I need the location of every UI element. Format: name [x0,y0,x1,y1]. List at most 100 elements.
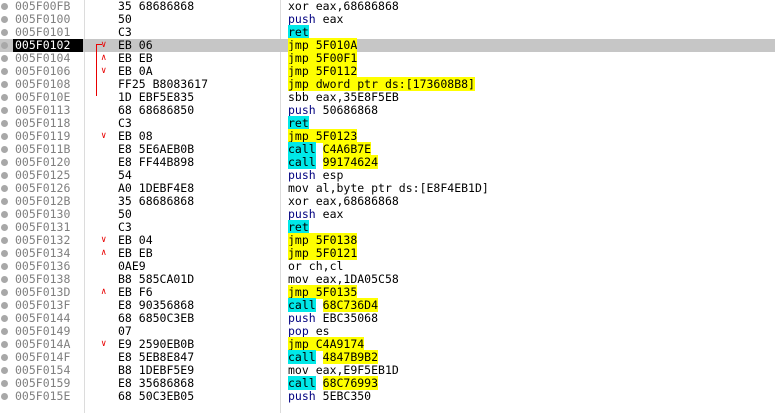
breakpoint-dot-icon[interactable] [1,146,8,153]
jump-line [96,44,97,96]
operands: eax,68686868 [315,194,399,208]
breakpoint-dot-icon[interactable] [1,55,8,62]
instruction-row[interactable]: 005F0149 07 pop es [0,325,775,338]
breakpoint-dot-icon[interactable] [1,133,8,140]
breakpoint-dot-icon[interactable] [1,120,8,127]
breakpoint-dot-icon[interactable] [1,393,8,400]
mnemonic: mov [288,272,309,286]
instruction-row[interactable]: 005F0102 ∨ EB 06 jmp 5F010A [0,38,775,52]
breakpoint-dot-icon[interactable] [1,380,8,387]
instruction-row[interactable]: 005F011B E8 5E6AEB0B call C4A6B7E [0,142,775,156]
instruction-row[interactable]: 005F0159 E8 35686868 call 68C76993 [0,376,775,390]
breakpoint-dot-icon[interactable] [1,172,8,179]
instruction-row[interactable]: 005F0100 50 push eax [0,13,775,26]
breakpoint-dot-icon[interactable] [1,81,8,88]
mnemonic: call [288,142,316,156]
instruction-row[interactable]: 005F0134 ∧ EB EB jmp 5F0121 [0,246,775,260]
breakpoint-dot-icon[interactable] [1,224,8,231]
breakpoint-dot-icon[interactable] [1,328,8,335]
breakpoint-dot-icon[interactable] [1,107,8,114]
instruction-row[interactable]: 005F012B 35 68686868 xor eax,68686868 [0,195,775,208]
breakpoint-dot-icon[interactable] [1,42,8,49]
instruction-row[interactable]: 005F010E 1D EBF5E835 sbb eax,35E8F5EB [0,91,775,104]
mnemonic: ret [288,25,309,39]
operands: 4847B9B2 [322,350,379,364]
breakpoint-dot-icon[interactable] [1,276,8,283]
instruction-row[interactable]: 005F0118 C3 ret [0,116,775,130]
instruction-row[interactable]: 005F00FB 35 68686868 xor eax,68686868 [0,0,775,13]
jump-down-arrow-icon: ∨ [101,131,107,141]
instruction-row[interactable]: 005F014A ∨ E9 2590EB0B jmp C4A9174 [0,337,775,351]
operands: C4A6B7E [322,142,372,156]
breakpoint-dot-icon[interactable] [1,237,8,244]
operands: es [315,324,330,338]
mnemonic: push [288,389,316,403]
opcode-bytes: 68 50C3EB05 [118,389,195,403]
operands: 50686868 [322,103,379,117]
instruction-row[interactable]: 005F0144 68 6850C3EB push EBC35068 [0,312,775,325]
operands: ch,cl [308,259,344,273]
operands: EBC35068 [322,311,379,325]
operands: eax [322,12,344,26]
instruction-row[interactable]: 005F013F E8 90356868 call 68C736D4 [0,298,775,312]
instruction-row[interactable]: 005F0132 ∨ EB 04 jmp 5F0138 [0,233,775,247]
instruction-row[interactable]: 005F0119 ∨ EB 08 jmp 5F0123 [0,129,775,143]
mnemonic: push [288,168,316,182]
operands: esp [322,168,344,182]
mnemonic: call [288,350,316,364]
jump-up-arrow-icon: ∧ [101,287,107,297]
mnemonic: sbb [288,90,309,104]
breakpoint-dot-icon[interactable] [1,3,8,10]
jump-down-arrow-icon: ∨ [101,40,107,50]
mnemonic: ret [288,116,309,130]
jump-up-arrow-icon: ∧ [101,248,107,258]
jump-up-arrow-icon: ∧ [101,53,107,63]
breakpoint-dot-icon[interactable] [1,250,8,257]
mnemonic: jmp [288,129,309,143]
address-cell: 005F015E [15,389,71,403]
mnemonic: call [288,376,316,390]
mnemonic: jmp [288,77,309,91]
breakpoint-dot-icon[interactable] [1,159,8,166]
instruction-row[interactable]: 005F0154 B8 1DEBF5E9 mov eax,E9F5EB1D [0,364,775,377]
breakpoint-dot-icon[interactable] [1,302,8,309]
operands: 5F0138 [315,233,358,247]
mnemonic: jmp [288,51,309,65]
operands: 5EBC350 [322,389,372,403]
instruction-row[interactable]: 005F0113 68 68686850 push 50686868 [0,104,775,117]
breakpoint-dot-icon[interactable] [1,315,8,322]
instruction-row[interactable]: 005F0131 C3 ret [0,220,775,234]
instruction-row[interactable]: 005F0104 ∧ EB EB jmp 5F00F1 [0,51,775,65]
mnemonic: push [288,207,316,221]
breakpoint-dot-icon[interactable] [1,185,8,192]
breakpoint-dot-icon[interactable] [1,289,8,296]
instruction-row[interactable]: 005F0120 E8 FF44B898 call 99174624 [0,155,775,169]
breakpoint-dot-icon[interactable] [1,341,8,348]
breakpoint-dot-icon[interactable] [1,367,8,374]
breakpoint-dot-icon[interactable] [1,211,8,218]
mnemonic: call [288,298,316,312]
operands: dword ptr ds:[173608B8] [315,77,475,91]
jump-down-arrow-icon: ∨ [101,339,107,349]
instruction-row[interactable]: 005F015E 68 50C3EB05 push 5EBC350 [0,390,775,403]
breakpoint-dot-icon[interactable] [1,68,8,75]
breakpoint-dot-icon[interactable] [1,354,8,361]
instruction-row[interactable]: 005F013D ∧ EB F6 jmp 5F0135 [0,285,775,299]
breakpoint-dot-icon[interactable] [1,16,8,23]
jump-line-cap [96,44,102,45]
breakpoint-dot-icon[interactable] [1,94,8,101]
instruction-row[interactable]: 005F0101 C3 ret [0,25,775,39]
breakpoint-dot-icon[interactable] [1,198,8,205]
mnemonic: pop [288,324,309,338]
breakpoint-dot-icon[interactable] [1,263,8,270]
mnemonic: jmp [288,337,309,351]
breakpoint-dot-icon[interactable] [1,29,8,36]
mnemonic: jmp [288,285,309,299]
jump-down-arrow-icon: ∨ [101,66,107,76]
mnemonic: push [288,311,316,325]
disassembly-view[interactable]: 005F00FB 35 68686868 xor eax,68686868 005F0… [0,0,775,413]
operands: al,byte ptr ds:[E8F4EB1D] [315,181,489,195]
operands: 5F0135 [315,285,358,299]
instruction-row[interactable]: 005F0130 50 push eax [0,208,775,221]
instruction-row[interactable]: 005F0138 B8 585CA01D mov eax,1DA05C58 [0,273,775,286]
